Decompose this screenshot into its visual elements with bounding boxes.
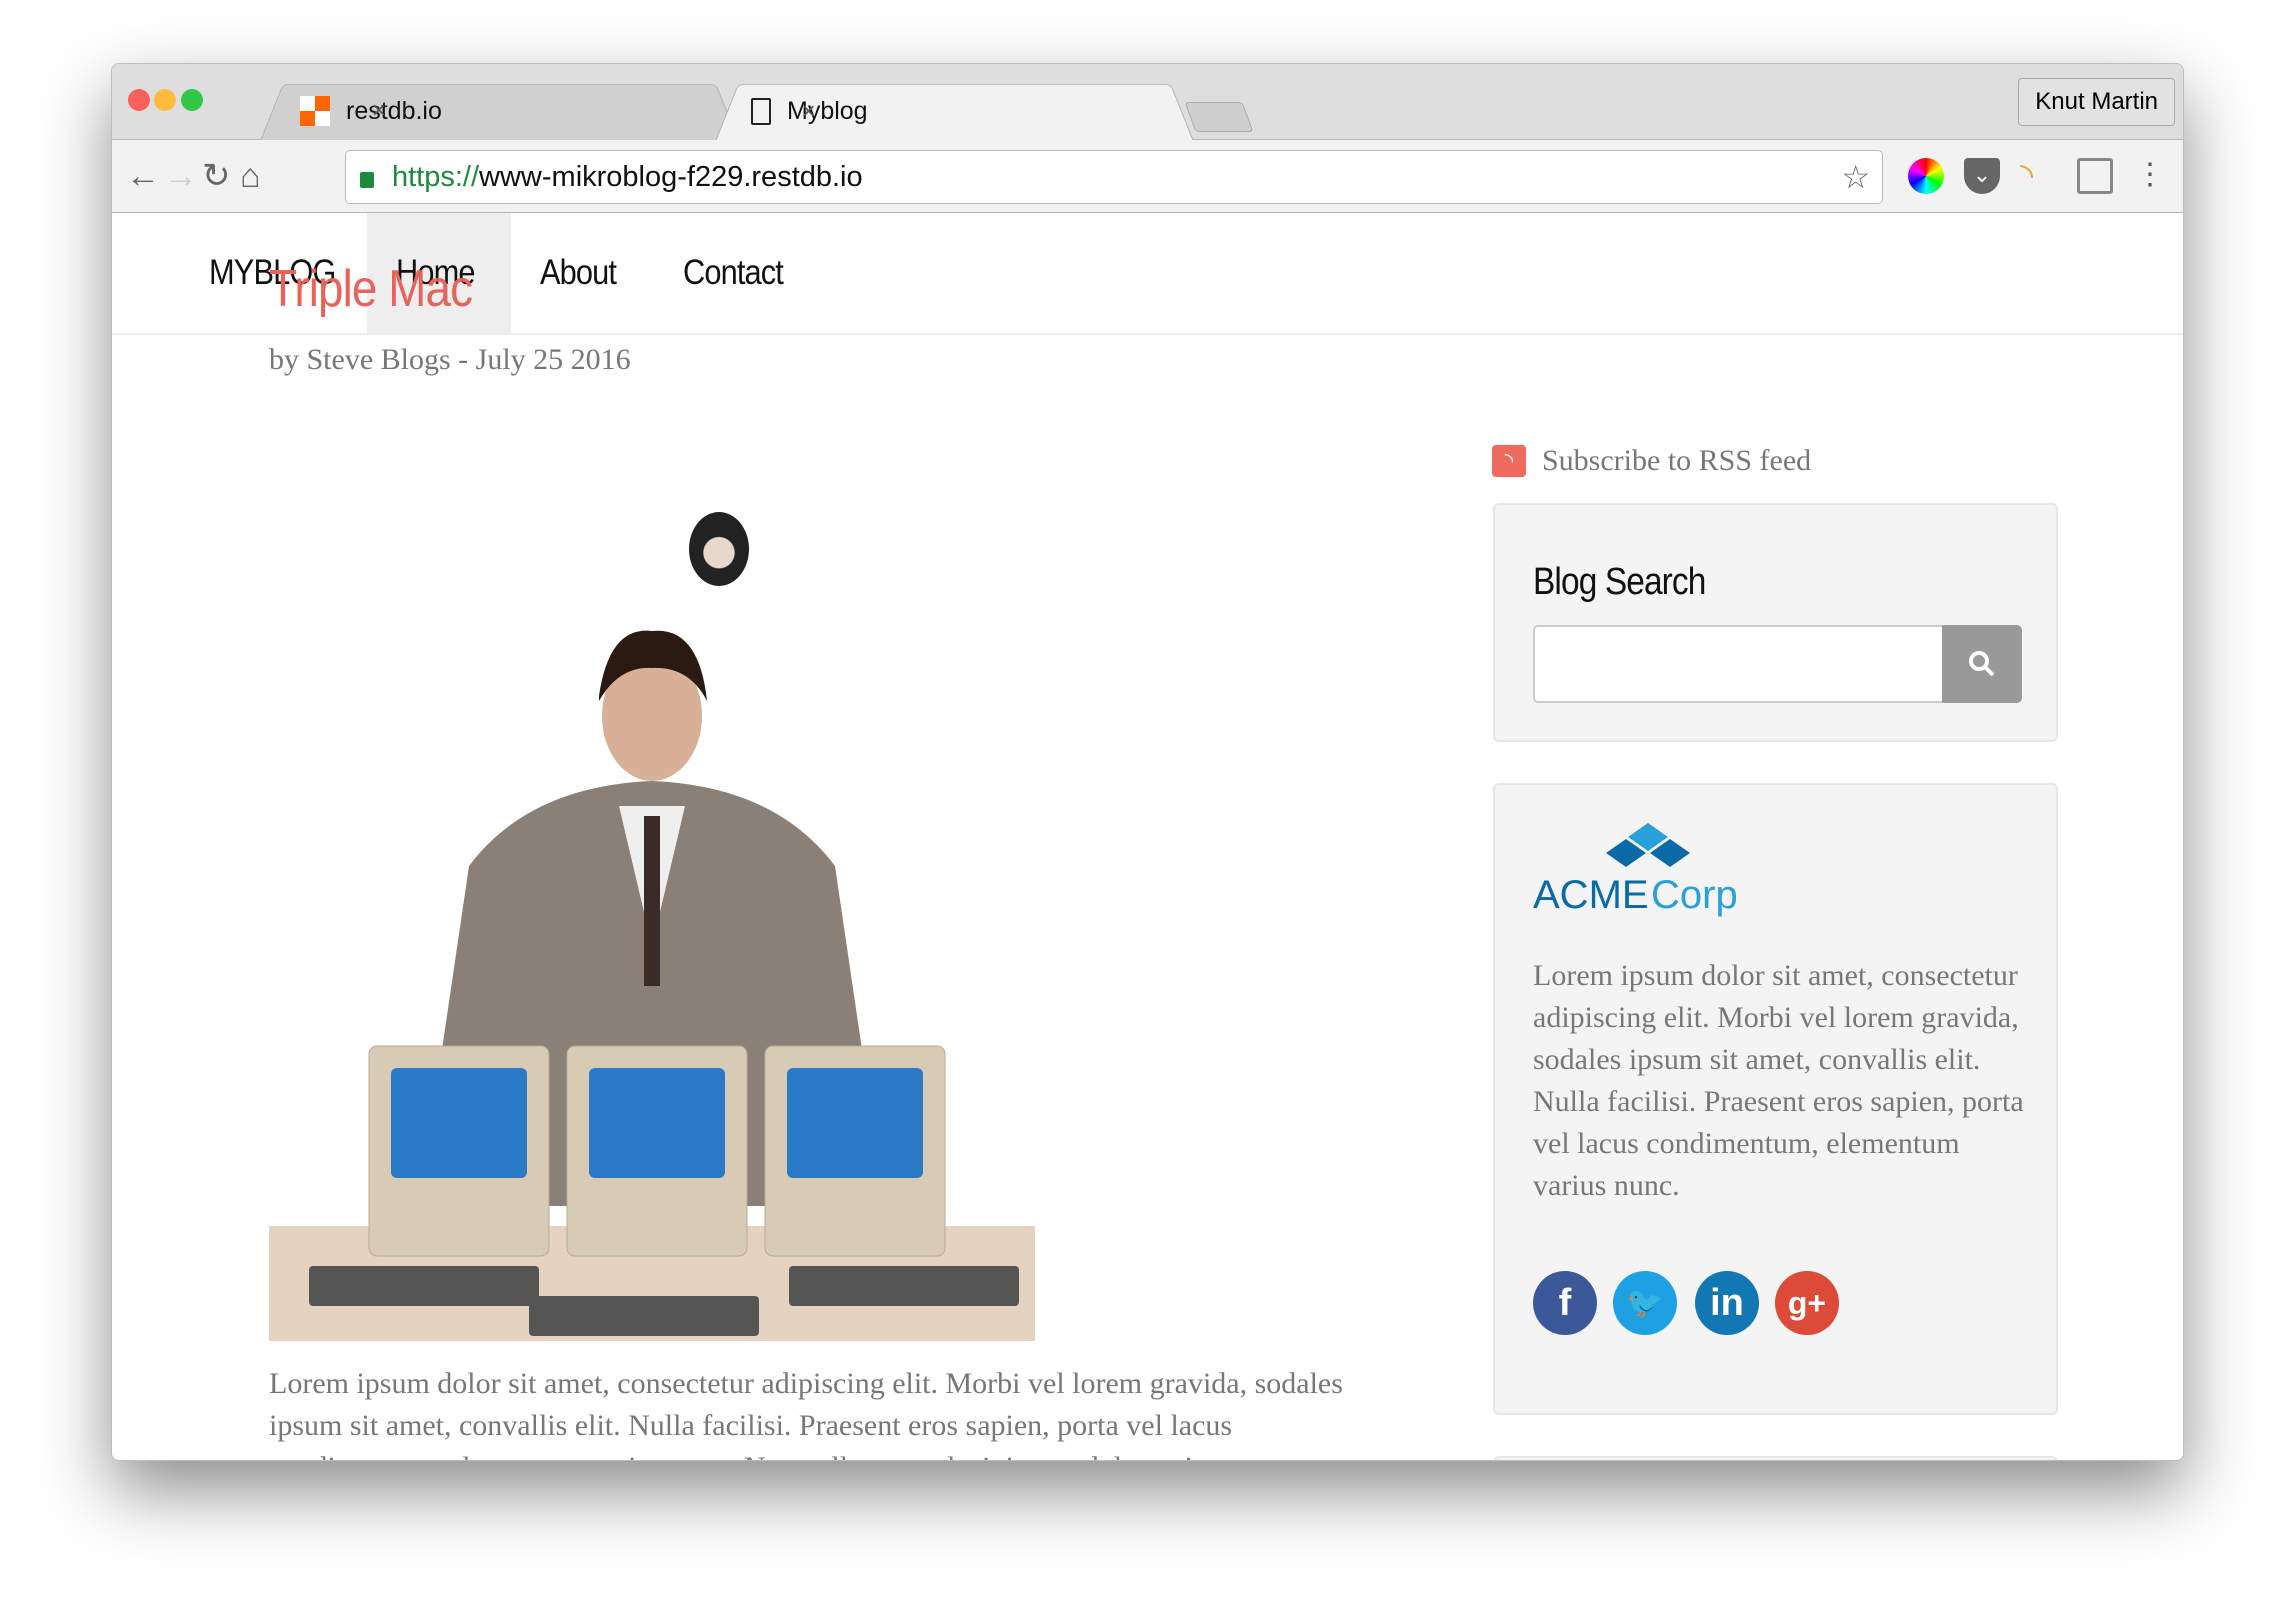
minimize-window-button[interactable] bbox=[154, 89, 176, 111]
search-title: Blog Search bbox=[1533, 561, 1706, 603]
acme-logo: ACME Corp bbox=[1533, 823, 1753, 918]
tab-bar: restdb.io × Myblog × Knut Martin bbox=[112, 64, 2183, 143]
linkedin-icon[interactable]: in bbox=[1695, 1271, 1759, 1335]
cast-icon[interactable] bbox=[2077, 158, 2113, 194]
post-image bbox=[269, 606, 1035, 1341]
search-panel: Blog Search bbox=[1493, 503, 2058, 742]
tab-restdb[interactable]: restdb.io × bbox=[259, 82, 740, 142]
about-text: Lorem ipsum dolor sit amet, consectetur … bbox=[1533, 959, 2024, 1202]
twitter-icon[interactable]: 🐦 bbox=[1613, 1271, 1677, 1335]
search-icon bbox=[1969, 651, 1995, 677]
post-title[interactable]: Triple Mac bbox=[269, 259, 473, 319]
close-tab-icon[interactable]: × bbox=[802, 98, 816, 126]
home-icon[interactable]: ⌂ bbox=[240, 156, 261, 196]
forward-arrow-icon[interactable]: → bbox=[164, 156, 198, 196]
pocket-icon[interactable]: ⌄ bbox=[1964, 158, 2000, 194]
nav-contact[interactable]: Contact bbox=[683, 213, 784, 333]
url-host: www-mikroblog-f229.restdb.io bbox=[479, 160, 863, 193]
menu-icon[interactable]: ⋮ bbox=[2132, 158, 2168, 194]
search-button[interactable] bbox=[1942, 625, 2022, 703]
rss-subscribe-link[interactable]: ◝ Subscribe to RSS feed bbox=[1492, 444, 1811, 478]
post-body: Lorem ipsum dolor sit amet, consectetur … bbox=[269, 1367, 1343, 1460]
maximize-window-button[interactable] bbox=[181, 89, 203, 111]
rss-label: Subscribe to RSS feed bbox=[1542, 444, 1812, 477]
tab-myblog[interactable]: Myblog × bbox=[714, 82, 1195, 143]
tab-label: Myblog bbox=[787, 97, 868, 125]
color-picker-icon[interactable] bbox=[1908, 158, 1944, 194]
google-plus-icon[interactable]: g+ bbox=[1775, 1271, 1839, 1335]
close-window-button[interactable] bbox=[128, 89, 150, 111]
star-icon[interactable]: ☆ bbox=[1841, 158, 1870, 196]
url-scheme: https:// bbox=[392, 160, 480, 193]
browser-window: restdb.io × Myblog × Knut Martin ← → ↻ ⌂… bbox=[111, 63, 2184, 1461]
tab-label: restdb.io bbox=[346, 96, 442, 125]
nav-about[interactable]: About bbox=[540, 213, 617, 333]
rss-icon: ◝ bbox=[1492, 445, 1526, 477]
reload-icon[interactable]: ↻ bbox=[202, 156, 231, 196]
sidebar-panel bbox=[1493, 1456, 2058, 1460]
toolbar: ← → ↻ ⌂ https:// www-mikroblog-f229.rest… bbox=[112, 140, 2183, 213]
post-byline: by Steve Blogs - July 25 2016 bbox=[269, 343, 631, 376]
lock-icon bbox=[360, 172, 374, 188]
address-bar[interactable]: https:// www-mikroblog-f229.restdb.io ☆ bbox=[345, 150, 1883, 204]
document-icon bbox=[751, 98, 771, 125]
facebook-icon[interactable]: f bbox=[1533, 1271, 1597, 1335]
web-page: MYBLOG Home About Contact Triple Mac by … bbox=[112, 213, 2183, 1460]
profile-button[interactable]: Knut Martin bbox=[2018, 78, 2175, 126]
back-arrow-icon[interactable]: ← bbox=[126, 156, 160, 196]
close-tab-icon[interactable]: × bbox=[372, 97, 386, 125]
author-avatar bbox=[689, 512, 749, 586]
rss-extension-icon[interactable]: ◝ bbox=[2020, 158, 2056, 194]
restdb-favicon-icon bbox=[300, 96, 330, 126]
new-tab-button[interactable] bbox=[1184, 102, 1254, 132]
about-panel: ACME Corp Lorem ipsum dolor sit amet, co… bbox=[1493, 783, 2058, 1415]
search-input[interactable] bbox=[1533, 625, 1943, 703]
